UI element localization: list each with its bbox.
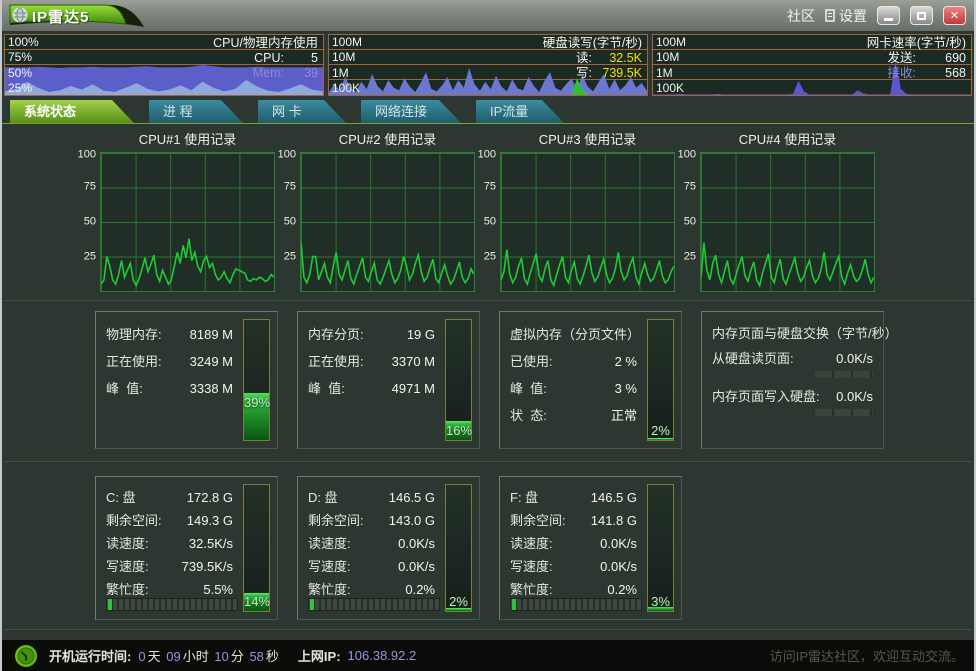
minimize-icon — [884, 18, 893, 21]
system-status-page: CPU#1 使用记录 100 75 50 25 CPU#2 使用记录 100 — [2, 124, 974, 630]
monitor-title: 硬盘读写(字节/秒) — [543, 36, 642, 51]
status-bar: 开机运行时间: 0天 09小时 10分 58秒 上网IP: 106.38.92.… — [0, 640, 976, 671]
uptime-label: 开机运行时间: — [49, 646, 131, 665]
section-divider — [4, 629, 972, 630]
disk-d-gauge: 2% — [445, 484, 472, 612]
disk-f-busy-bar — [510, 598, 642, 611]
maximize-icon — [917, 12, 926, 20]
tab-network-connections[interactable]: 网络连接 — [361, 100, 461, 123]
globe-icon — [13, 8, 27, 22]
minimize-button[interactable] — [877, 6, 900, 25]
section-divider — [4, 300, 972, 301]
tab-processes[interactable]: 进 程 — [149, 100, 243, 123]
disk-c-busy-bar — [106, 598, 238, 611]
cpu1-chart: CPU#1 使用记录 100 75 50 25 — [75, 130, 275, 292]
exchange-read-bar — [815, 371, 873, 378]
disk-f-panel: F: 盘146.5 G 剩余空间:141.8 G 读速度:0.0K/s 写速度:… — [499, 476, 682, 620]
cpu3-chart-title: CPU#3 使用记录 — [475, 130, 675, 152]
exchange-write-bar — [815, 409, 873, 416]
cpu-mem-monitor: 100% 75% 50% 25% CPU/物理内存使用 CPU:5 Mem:39 — [4, 34, 324, 96]
cpu2-chart-title: CPU#2 使用记录 — [275, 130, 475, 152]
community-hint[interactable]: 访问IP雷达社区，欢迎互动交流。 — [770, 646, 964, 665]
net-recv-readout: 接收:568 — [888, 66, 966, 81]
disk-d-panel: D: 盘146.5 G 剩余空间:143.0 G 读速度:0.0K/s 写速度:… — [297, 476, 480, 620]
memory-paging-panel: 内存分页:19 G 正在使用:3370 M 峰 值:4971 M 16% — [297, 311, 480, 449]
maximize-button[interactable] — [910, 6, 933, 25]
disk-c-gauge: 14% — [243, 484, 270, 612]
ip-label: 上网IP: — [298, 646, 341, 665]
community-link[interactable]: 社区 — [787, 6, 815, 26]
close-icon: ✕ — [950, 9, 959, 22]
disk-d-busy-bar — [308, 598, 440, 611]
cpu3-y-axis: 100 75 50 25 — [475, 152, 500, 292]
tab-ip-traffic[interactable]: IP流量 — [476, 100, 564, 123]
physical-memory-panel: 物理内存:8189 M 正在使用:3249 M 峰 值:3338 M 39% — [95, 311, 278, 449]
uptime-clock-icon — [14, 644, 38, 668]
virtual-memory-gauge: 2% — [647, 319, 674, 441]
close-button[interactable]: ✕ — [943, 6, 966, 25]
monitor-title: 网卡速率(字节/秒) — [867, 36, 966, 51]
ip-value: 106.38.92.2 — [346, 648, 419, 663]
tab-bar: 系统状态 进 程 网 卡 网络连接 IP流量 — [2, 100, 974, 123]
net-send-readout: 发送:690 — [888, 51, 966, 66]
memory-disk-exchange-panel: 内存页面与硬盘交换（字节/秒） 从硬盘读页面:0.0K/s 内存页面写入硬盘:0… — [701, 311, 884, 449]
monitor-title: CPU/物理内存使用 — [213, 36, 318, 51]
cpu-usage-readout: CPU:5 — [254, 51, 318, 66]
disk-write-readout: 写:739.5K — [576, 66, 642, 81]
network-monitor: 100M 10M 1M 100K 网卡速率(字节/秒) 发送:690 接收:56… — [652, 34, 972, 96]
cpu1-chart-title: CPU#1 使用记录 — [75, 130, 275, 152]
memory-paging-gauge: 16% — [445, 319, 472, 441]
memory-panels-row: 物理内存:8189 M 正在使用:3249 M 峰 值:3338 M 39% 内… — [95, 311, 974, 449]
cpu2-y-axis: 100 75 50 25 — [275, 152, 300, 292]
cpu4-y-axis: 100 75 50 25 — [675, 152, 700, 292]
cpu1-y-axis: 100 75 50 25 — [75, 152, 100, 292]
settings-label: 设置 — [839, 6, 867, 26]
tab-system-status[interactable]: 系统状态 — [10, 100, 134, 123]
app-logo: IP雷达5 — [6, 3, 156, 30]
disk-f-gauge: 3% — [647, 484, 674, 612]
cpu3-chart: CPU#3 使用记录 100 75 50 25 — [475, 130, 675, 292]
physical-memory-gauge: 39% — [243, 319, 270, 441]
cpu4-chart-title: CPU#4 使用记录 — [675, 130, 875, 152]
titlebar: IP雷达5 社区 设置 ✕ — [2, 0, 974, 31]
virtual-memory-panel: 虚拟内存（分页文件） 已使用:2 % 峰 值:3 % 状 态:正常 2% — [499, 311, 682, 449]
exchange-title: 内存页面与硬盘交换（字节/秒） — [712, 321, 883, 346]
app-window: IP雷达5 社区 设置 ✕ 100% 75% 50% 2 — [0, 0, 976, 671]
section-divider — [4, 461, 972, 462]
tab-network-card[interactable]: 网 卡 — [258, 100, 346, 123]
app-title: IP雷达5 — [32, 6, 90, 27]
cpu2-chart: CPU#2 使用记录 100 75 50 25 — [275, 130, 475, 292]
settings-icon — [825, 9, 835, 22]
disk-read-readout: 读:32.5K — [576, 51, 642, 66]
disk-io-monitor: 100M 10M 1M 100K 硬盘读写(字节/秒) 读:32.5K 写:73… — [328, 34, 648, 96]
settings-button[interactable]: 设置 — [825, 6, 867, 26]
disk-c-panel: C: 盘172.8 G 剩余空间:149.3 G 读速度:32.5K/s 写速度… — [95, 476, 278, 620]
mem-usage-readout: Mem:39 — [253, 66, 318, 81]
top-monitors: 100% 75% 50% 25% CPU/物理内存使用 CPU:5 Mem:39… — [2, 32, 974, 96]
cpu-charts-row: CPU#1 使用记录 100 75 50 25 CPU#2 使用记录 100 — [2, 130, 974, 292]
uptime-value: 0天 09小时 10分 58秒 — [136, 646, 279, 665]
disk-panels-row: C: 盘172.8 G 剩余空间:149.3 G 读速度:32.5K/s 写速度… — [95, 476, 974, 620]
cpu4-chart: CPU#4 使用记录 100 75 50 25 — [675, 130, 875, 292]
